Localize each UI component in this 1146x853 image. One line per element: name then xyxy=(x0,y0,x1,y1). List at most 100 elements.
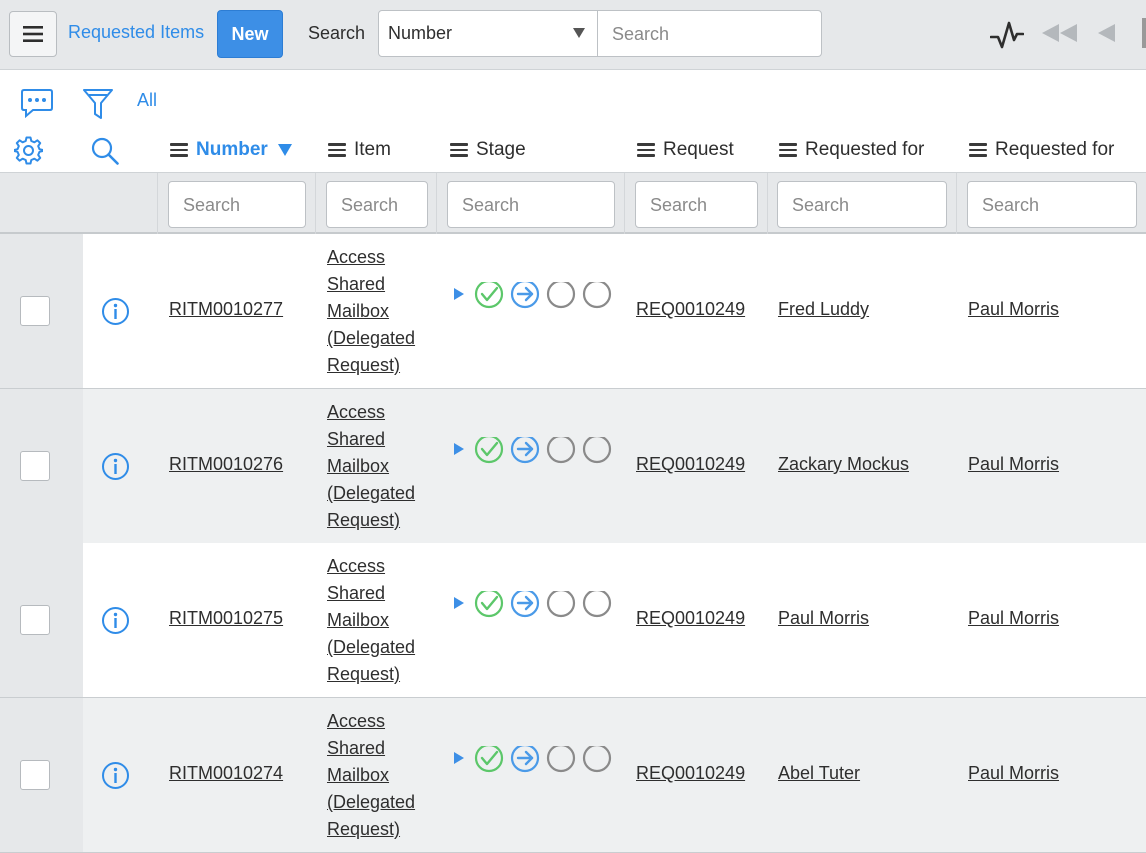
column-header-request[interactable]: Request xyxy=(637,139,734,161)
column-menu-icon[interactable] xyxy=(328,143,346,157)
list-header-bar: Requested Items New Search Number Search xyxy=(0,0,1146,70)
search-field-select[interactable]: Number xyxy=(378,10,598,57)
row-requested-for-2-link[interactable]: Paul Morris xyxy=(968,608,1059,629)
info-circle-icon[interactable] xyxy=(101,452,130,481)
column-menu-icon[interactable] xyxy=(779,143,797,157)
stage-indicator xyxy=(454,282,612,309)
table-row: RITM0010277 Access Shared Mailbox (Deleg… xyxy=(0,234,1146,389)
magnifier-icon[interactable] xyxy=(91,137,119,165)
row-number-link[interactable]: RITM0010277 xyxy=(169,299,283,320)
column-header-number[interactable]: Number xyxy=(170,139,292,161)
double-left-arrow-icon[interactable] xyxy=(1042,24,1080,42)
column-menu-icon[interactable] xyxy=(969,143,987,157)
column-header-stage[interactable]: Stage xyxy=(450,139,526,161)
row-request-link[interactable]: REQ0010249 xyxy=(636,299,745,320)
row-request-link[interactable]: REQ0010249 xyxy=(636,763,745,784)
stage-pending-icon xyxy=(546,437,576,464)
table-row: RITM0010274 Access Shared Mailbox (Deleg… xyxy=(0,698,1146,853)
stage-complete-icon xyxy=(474,437,504,464)
info-circle-icon[interactable] xyxy=(101,606,130,635)
row-item-link[interactable]: Access Shared Mailbox (Delegated Request… xyxy=(327,399,427,534)
table-row: RITM0010275 Access Shared Mailbox (Deleg… xyxy=(0,543,1146,698)
row-requested-for-2-link[interactable]: Paul Morris xyxy=(968,299,1059,320)
stage-current-icon xyxy=(510,282,540,309)
stage-pending-icon xyxy=(582,746,612,773)
column-header-label: Number xyxy=(196,139,268,160)
row-requested-for-2-link[interactable]: Paul Morris xyxy=(968,763,1059,784)
row-requested-for-link[interactable]: Zackary Mockus xyxy=(778,454,909,475)
row-requested-for-2-link[interactable]: Paul Morris xyxy=(968,454,1059,475)
column-header-label: Requested for xyxy=(995,139,1115,160)
column-divider xyxy=(315,173,316,235)
list-title[interactable]: Requested Items xyxy=(68,22,204,43)
stage-pending-icon xyxy=(582,437,612,464)
stage-complete-icon xyxy=(474,591,504,618)
row-checkbox[interactable] xyxy=(20,451,50,481)
stage-current-icon xyxy=(510,437,540,464)
gear-icon[interactable] xyxy=(14,136,43,165)
column-search-row: Search Search Search Search Search Searc… xyxy=(0,172,1146,235)
row-item-link[interactable]: Access Shared Mailbox (Delegated Request… xyxy=(327,553,427,688)
new-button[interactable]: New xyxy=(217,10,283,58)
item-search-input[interactable]: Search xyxy=(326,181,428,228)
column-divider xyxy=(157,173,158,235)
stage-indicator xyxy=(454,746,612,773)
stage-pending-icon xyxy=(582,591,612,618)
column-header-requested-for-2[interactable]: Requested for xyxy=(969,139,1114,161)
row-number-link[interactable]: RITM0010276 xyxy=(169,454,283,475)
info-circle-icon[interactable] xyxy=(101,761,130,790)
stage-pending-icon xyxy=(546,591,576,618)
activity-stream-icon[interactable] xyxy=(990,20,1024,50)
info-circle-icon[interactable] xyxy=(101,297,130,326)
row-checkbox[interactable] xyxy=(20,605,50,635)
column-header-item[interactable]: Item xyxy=(328,139,391,161)
funnel-icon[interactable] xyxy=(83,88,113,120)
caret-right-icon xyxy=(454,288,464,300)
row-requested-for-link[interactable]: Fred Luddy xyxy=(778,299,869,320)
row-number-link[interactable]: RITM0010275 xyxy=(169,608,283,629)
column-menu-icon[interactable] xyxy=(637,143,655,157)
left-arrow-icon[interactable] xyxy=(1098,24,1116,42)
column-menu-icon[interactable] xyxy=(450,143,468,157)
row-requested-for-link[interactable]: Paul Morris xyxy=(778,608,869,629)
stage-indicator xyxy=(454,591,612,618)
column-header-label: Item xyxy=(354,139,391,160)
column-header-label: Requested for xyxy=(805,139,925,160)
search-label: Search xyxy=(308,23,366,43)
speech-bubble-icon[interactable] xyxy=(21,88,53,118)
stage-complete-icon xyxy=(474,746,504,773)
request-search-input[interactable]: Search xyxy=(635,181,758,228)
column-header-requested-for[interactable]: Requested for xyxy=(779,139,924,161)
caret-right-icon xyxy=(454,597,464,609)
row-number-link[interactable]: RITM0010274 xyxy=(169,763,283,784)
hamburger-icon xyxy=(23,26,43,42)
caret-right-icon xyxy=(454,752,464,764)
row-request-link[interactable]: REQ0010249 xyxy=(636,454,745,475)
search-input[interactable]: Search xyxy=(597,10,822,57)
stage-pending-icon xyxy=(582,282,612,309)
column-header-label: Request xyxy=(663,139,734,160)
stage-pending-icon xyxy=(546,746,576,773)
stage-complete-icon xyxy=(474,282,504,309)
column-header-label: Stage xyxy=(476,139,526,160)
column-divider xyxy=(624,173,625,235)
row-checkbox[interactable] xyxy=(20,760,50,790)
row-request-link[interactable]: REQ0010249 xyxy=(636,608,745,629)
column-menu-icon[interactable] xyxy=(170,143,188,157)
row-requested-for-link[interactable]: Abel Tuter xyxy=(778,763,860,784)
stage-current-icon xyxy=(510,591,540,618)
row-item-link[interactable]: Access Shared Mailbox (Delegated Request… xyxy=(327,708,427,843)
row-item-link[interactable]: Access Shared Mailbox (Delegated Request… xyxy=(327,244,427,379)
stage-current-icon xyxy=(510,746,540,773)
stage-search-input[interactable]: Search xyxy=(447,181,615,228)
table-row: RITM0010276 Access Shared Mailbox (Deleg… xyxy=(0,389,1146,544)
breadcrumb-all[interactable]: All xyxy=(137,90,157,111)
requested-for-search-input[interactable]: Search xyxy=(777,181,947,228)
search-field-value: Number xyxy=(388,23,453,43)
requested-for-2-search-input[interactable]: Search xyxy=(967,181,1137,228)
number-search-input[interactable]: Search xyxy=(168,181,306,228)
list-menu-button[interactable] xyxy=(9,11,57,57)
stage-pending-icon xyxy=(546,282,576,309)
row-checkbox[interactable] xyxy=(20,296,50,326)
sort-descending-icon xyxy=(277,144,292,156)
